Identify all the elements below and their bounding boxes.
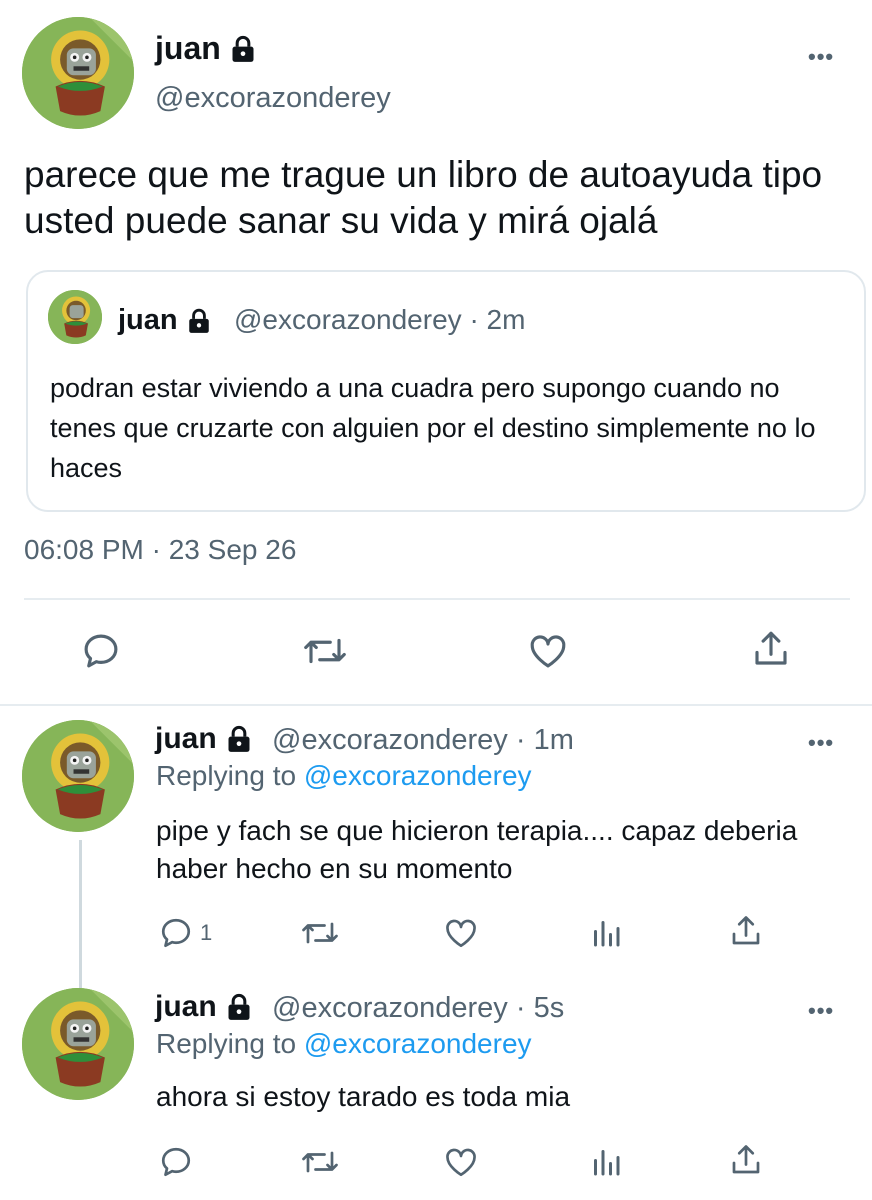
more-options-icon[interactable]: •••: [808, 730, 834, 756]
reply-icon: [84, 634, 118, 668]
analytics-button[interactable]: [588, 1144, 624, 1180]
retweet-button[interactable]: [302, 630, 348, 672]
quoted-handle: @excorazonderey: [234, 304, 462, 335]
quoted-tweet-text: podran estar viviendo a una cuadra pero …: [50, 373, 816, 483]
quoted-handle-line: @excorazonderey · 2m: [234, 304, 525, 336]
analytics-button[interactable]: [588, 915, 624, 951]
like-icon: [446, 919, 476, 948]
like-icon: [530, 635, 566, 668]
replying-to-label: Replying to: [156, 1028, 297, 1059]
retweet-icon: [302, 1151, 338, 1173]
lock-icon: [228, 993, 250, 1020]
separator-dot: ·: [469, 304, 479, 335]
reply-icon: [161, 1147, 191, 1177]
lock-icon: [232, 35, 254, 62]
more-options-icon[interactable]: •••: [808, 998, 834, 1024]
share-button[interactable]: [750, 628, 792, 670]
analytics-icon: [594, 1150, 620, 1176]
reply-handle[interactable]: @excorazonderey: [272, 724, 508, 756]
avatar[interactable]: [22, 17, 134, 129]
tweet-text: parece que me trague un libro de autoayu…: [24, 154, 823, 241]
reply-handle-line: @excorazonderey · 1m: [272, 724, 574, 757]
retweet-button[interactable]: [300, 1144, 340, 1180]
retweet-icon: [304, 638, 346, 664]
reply-author-name[interactable]: juan: [155, 722, 253, 756]
reply-author-name[interactable]: juan: [155, 990, 253, 1024]
reply-text: pipe y fach se que hicieron terapia.... …: [156, 815, 798, 884]
share-icon: [732, 916, 760, 945]
reply-button[interactable]: 1: [158, 915, 212, 951]
replying-to-label: Replying to: [156, 760, 297, 791]
reply-text: ahora si estoy tarado es toda mia: [156, 1081, 571, 1112]
share-button[interactable]: [728, 1142, 764, 1178]
like-icon: [446, 1148, 476, 1177]
analytics-icon: [594, 921, 620, 947]
like-button[interactable]: [526, 630, 570, 672]
reply-count: 1: [200, 920, 213, 945]
share-button[interactable]: [728, 913, 764, 949]
author-name-text: juan: [155, 30, 221, 66]
more-options-icon[interactable]: •••: [808, 44, 834, 70]
quoted-author-name: juan: [118, 304, 212, 337]
lock-icon: [188, 308, 209, 333]
like-button[interactable]: [442, 915, 480, 951]
reply-button[interactable]: [158, 1144, 200, 1180]
lock-icon: [228, 725, 250, 752]
retweet-icon: [302, 922, 338, 944]
quoted-tweet[interactable]: juan @excorazonderey · 2m podran estar v…: [26, 270, 866, 512]
reply-time[interactable]: 5s: [534, 992, 565, 1024]
replying-to-link[interactable]: @excorazonderey: [304, 1028, 532, 1059]
retweet-button[interactable]: [300, 915, 340, 951]
reply-handle-line: @excorazonderey · 5s: [272, 992, 564, 1025]
share-icon: [755, 631, 787, 665]
replying-to: Replying to @excorazonderey: [156, 1028, 532, 1060]
like-button[interactable]: [442, 1144, 480, 1180]
reply-handle[interactable]: @excorazonderey: [272, 992, 508, 1024]
avatar[interactable]: [22, 720, 134, 832]
author-name[interactable]: juan: [155, 30, 257, 67]
reply-icon: [161, 918, 191, 948]
divider: [24, 598, 850, 600]
avatar[interactable]: [22, 988, 134, 1100]
separator-dot: ·: [515, 724, 526, 756]
tweet-timestamp[interactable]: 06:08 PM · 23 Sep 26: [24, 534, 296, 566]
reply-author-name-text: juan: [155, 722, 217, 755]
reply-time[interactable]: 1m: [534, 724, 574, 756]
divider: [0, 704, 872, 706]
replying-to: Replying to @excorazonderey: [156, 760, 532, 792]
author-handle[interactable]: @excorazonderey: [155, 82, 391, 115]
thread-connector: [79, 840, 82, 988]
quoted-time: 2m: [486, 304, 526, 335]
quoted-author-name-text: juan: [118, 304, 178, 336]
share-icon: [732, 1145, 760, 1174]
reply-author-name-text: juan: [155, 990, 217, 1023]
replying-to-link[interactable]: @excorazonderey: [304, 760, 532, 791]
separator-dot: ·: [515, 992, 526, 1024]
reply-button[interactable]: [80, 630, 122, 672]
quoted-avatar: [48, 290, 102, 344]
